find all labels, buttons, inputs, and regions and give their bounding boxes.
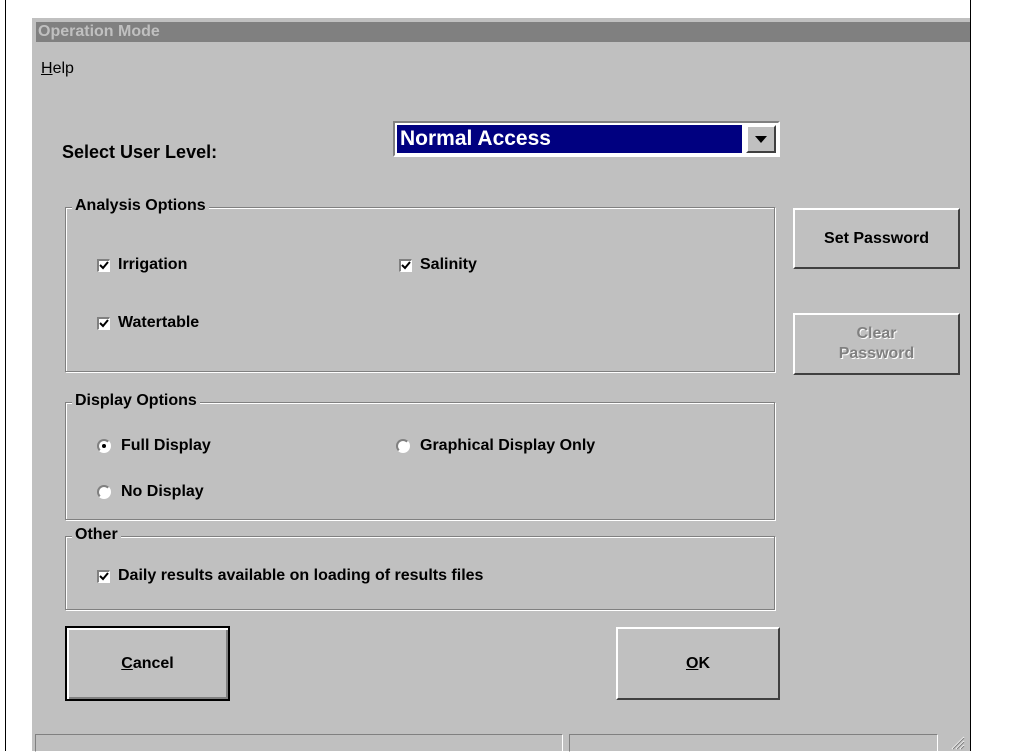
check-icon — [99, 260, 109, 269]
salinity-label: Salinity — [420, 256, 477, 273]
analysis-options-group: Analysis Options Irrigation Salinity Wat… — [65, 197, 775, 372]
irrigation-label: Irrigation — [118, 256, 188, 273]
user-level-label: Select User Level: — [62, 142, 218, 162]
dropdown-button[interactable] — [746, 125, 776, 153]
cancel-mnemonic: C — [121, 654, 133, 672]
ok-label: K — [698, 654, 710, 672]
radio-circle — [97, 439, 111, 453]
check-icon — [401, 260, 411, 269]
ok-mnemonic: O — [685, 654, 699, 672]
graphical-display-label: Graphical Display Only — [420, 437, 596, 454]
user-level-select[interactable]: Normal Access — [393, 121, 780, 157]
salinity-checkbox[interactable]: Salinity — [399, 256, 477, 274]
checkbox-box — [97, 316, 110, 330]
watertable-label: Watertable — [118, 314, 200, 331]
clear-password-line1: Clear — [856, 325, 897, 342]
checkbox-box — [97, 569, 110, 583]
daily-results-label: Daily results available on loading of re… — [118, 567, 484, 584]
daily-results-checkbox[interactable]: Daily results available on loading of re… — [97, 567, 483, 585]
set-password-button[interactable]: Set Password — [793, 208, 960, 269]
check-icon — [99, 571, 109, 580]
no-display-radio[interactable]: No Display — [97, 483, 204, 501]
full-display-label: Full Display — [121, 437, 211, 454]
clear-password-line2: Password — [838, 345, 915, 362]
page-border-right — [970, 0, 971, 751]
display-options-group: Display Options Full Display Graphical D… — [65, 392, 775, 520]
menu-help-label: elp — [52, 60, 74, 77]
irrigation-checkbox[interactable]: Irrigation — [97, 256, 187, 274]
operation-mode-dialog: Operation Mode Help Select User Level: N… — [31, 17, 970, 752]
status-pane-1 — [35, 734, 563, 752]
radio-dot-icon — [102, 444, 106, 448]
check-icon — [99, 318, 109, 327]
page-border-left — [5, 0, 6, 751]
other-title: Other — [72, 526, 121, 544]
cancel-label: ancel — [132, 654, 174, 672]
analysis-options-title: Analysis Options — [72, 197, 209, 215]
radio-circle — [396, 439, 410, 453]
watertable-checkbox[interactable]: Watertable — [97, 314, 199, 332]
ok-button[interactable]: OK — [616, 627, 780, 700]
radio-circle — [97, 485, 111, 499]
clear-password-button[interactable]: Clear Password — [793, 313, 960, 375]
display-options-title: Display Options — [72, 392, 200, 410]
graphical-display-radio[interactable]: Graphical Display Only — [396, 437, 595, 455]
cancel-button[interactable]: Cancel — [65, 626, 230, 701]
menu-help[interactable]: Help — [41, 60, 74, 78]
chevron-down-icon — [755, 135, 767, 143]
menu-help-mnemonic: H — [41, 60, 53, 77]
full-display-radio[interactable]: Full Display — [97, 437, 211, 455]
checkbox-box — [399, 258, 412, 272]
user-level-value: Normal Access — [397, 125, 742, 153]
checkbox-box — [97, 258, 110, 272]
no-display-label: No Display — [121, 483, 204, 500]
other-group: Other Daily results available on loading… — [65, 526, 775, 610]
resize-grip-icon[interactable] — [949, 734, 965, 750]
window-title: Operation Mode — [36, 22, 970, 42]
status-pane-2 — [569, 734, 938, 752]
